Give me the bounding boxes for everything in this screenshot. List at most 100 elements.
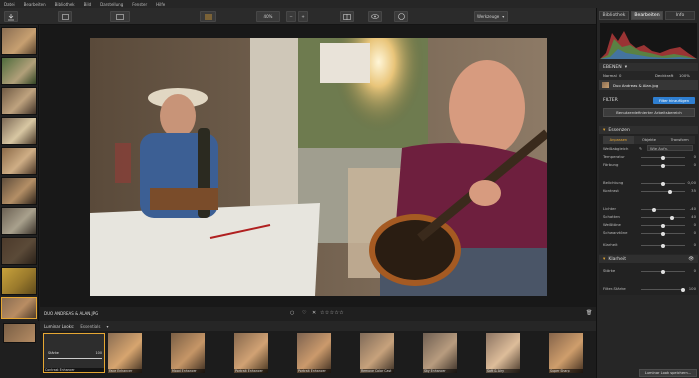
right-panel: Bibliothek Bearbeiten Info EBENEN ▾ Norm… — [596, 8, 699, 378]
layers-header[interactable]: EBENEN ▾ — [599, 63, 698, 71]
menu-item-image[interactable]: Bild — [84, 2, 92, 7]
slider-track[interactable] — [641, 217, 685, 218]
eye-icon[interactable]: 👁 — [688, 257, 694, 262]
slider-knob[interactable] — [661, 243, 665, 248]
opacity-value[interactable]: 100% — [679, 73, 690, 78]
filmstrip-thumb[interactable] — [1, 207, 37, 235]
look-thumb[interactable]: Portrait Enhancer — [297, 333, 331, 373]
zoom-in-button[interactable]: + — [298, 11, 308, 22]
star-rating[interactable]: ☆☆☆☆☆ — [320, 310, 344, 316]
slider-label: Stärke — [603, 268, 616, 273]
slider-track[interactable] — [641, 191, 685, 192]
look-thumb[interactable]: Face Enhancer — [108, 333, 142, 373]
look-thumb[interactable]: Remove Color Cast — [360, 333, 394, 373]
slider-track[interactable] — [641, 209, 685, 210]
slider-knob[interactable] — [661, 163, 665, 168]
tab-info[interactable]: Info — [665, 11, 695, 20]
add-filter-button[interactable]: Filter hinzufügen — [653, 97, 695, 104]
circle-icon[interactable]: ○ — [290, 310, 294, 316]
filmstrip-thumb[interactable] — [1, 117, 37, 145]
look-thumb[interactable]: Mood Enhancer — [171, 333, 205, 373]
tab-adjust[interactable]: Anpassen — [603, 136, 634, 144]
zoom-out-button[interactable]: − — [286, 11, 296, 22]
slider-row[interactable]: Temperatur 0 — [603, 154, 696, 160]
import-button[interactable] — [4, 11, 18, 22]
filmstrip-thumb-selected[interactable] — [1, 297, 37, 319]
slider-value: -40 — [689, 206, 696, 211]
look-thumb[interactable]: Portrait Enhancer — [234, 333, 268, 373]
zoom-select[interactable]: 40% — [256, 11, 280, 22]
reject-icon[interactable]: ✕ — [312, 310, 316, 316]
slider-knob[interactable] — [661, 269, 665, 274]
slider-knob[interactable] — [661, 223, 665, 228]
look-label: Mood Enhancer — [171, 369, 205, 373]
heart-icon[interactable]: ♡ — [302, 310, 306, 316]
filter-strength-row[interactable]: Filter-Stärke 100 — [603, 286, 696, 292]
slider-knob[interactable] — [652, 207, 657, 212]
tab-library[interactable]: Bibliothek — [599, 11, 629, 20]
white-balance-select[interactable]: Wie Aufn. — [647, 145, 693, 151]
slider-knob[interactable] — [669, 215, 674, 220]
slider-value: 0 — [693, 154, 696, 159]
trash-icon[interactable]: 🗑 — [586, 310, 592, 316]
preview-button[interactable] — [368, 11, 382, 22]
menu-item-help[interactable]: Hilfe — [156, 2, 165, 7]
opacity-label: Deckkraft — [655, 73, 674, 78]
detail-header[interactable]: ▾ Klarheit 👁 — [599, 255, 698, 263]
essentials-header[interactable]: ▾ Essenzen — [599, 126, 698, 134]
slider-row[interactable]: Schwarztöne 0 — [603, 230, 696, 236]
slider-row[interactable]: Klarheit 0 — [603, 242, 696, 248]
chevron-down-icon[interactable]: ▾ — [106, 324, 108, 329]
panel-toggle-button[interactable] — [200, 11, 216, 22]
slider-knob[interactable] — [661, 155, 665, 160]
slider-label: Belichtung — [603, 180, 624, 185]
look-thumb[interactable]: Soft & Airy — [486, 333, 520, 373]
looks-category-dropdown[interactable]: Essentials — [80, 324, 100, 329]
history-button[interactable] — [394, 11, 408, 22]
layer-item[interactable]: Duo Andreas & Alan.jpg — [599, 80, 698, 90]
save-look-button[interactable]: Luminar Look speichern... — [639, 369, 697, 377]
compare-button[interactable] — [340, 11, 354, 22]
slider-row[interactable]: Weißtöne 0 — [603, 222, 696, 228]
slider-row[interactable]: Schatten 40 — [603, 214, 696, 220]
look-amount-slider[interactable]: Stärke 100 — [48, 351, 102, 360]
blend-mode[interactable]: Normal — [603, 73, 617, 78]
navigator-thumb[interactable] — [3, 323, 36, 343]
menu-item-file[interactable]: Datei — [4, 2, 15, 7]
menu-item-library[interactable]: Bibliothek — [55, 2, 75, 7]
filmstrip-thumb[interactable] — [1, 267, 37, 295]
slider-value: 0 — [693, 162, 696, 167]
slider-knob[interactable] — [661, 231, 665, 236]
filmstrip-thumb[interactable] — [1, 177, 37, 205]
slider-knob[interactable] — [661, 181, 665, 186]
single-view-button[interactable] — [110, 11, 130, 22]
eyedropper-icon[interactable]: ✎ — [639, 146, 642, 151]
slider-knob[interactable] — [681, 287, 685, 292]
filmstrip-thumb[interactable] — [1, 237, 37, 265]
filmstrip-thumb[interactable] — [1, 147, 37, 175]
menu-bar: Datei Bearbeiten Bibliothek Bild Darstel… — [0, 0, 699, 8]
main-photo[interactable] — [90, 38, 547, 296]
tab-edit[interactable]: Bearbeiten — [631, 11, 663, 20]
slider-row[interactable]: Färbung 0 — [603, 162, 696, 168]
menu-item-edit[interactable]: Bearbeiten — [24, 2, 46, 7]
slider-row[interactable]: Kontrast 35 — [603, 188, 696, 194]
slider-label: Klarheit — [603, 242, 618, 247]
look-thumb[interactable]: Super Sharp — [549, 333, 583, 373]
filmstrip-thumb[interactable] — [1, 87, 37, 115]
minus-icon: − — [289, 14, 293, 19]
look-thumb-selected[interactable]: Stärke 100 Contrast Enhancer — [43, 333, 105, 373]
tab-transform[interactable]: Transform — [664, 136, 696, 144]
tools-dropdown[interactable]: Werkzeuge ▾ — [474, 11, 508, 22]
menu-item-window[interactable]: Fenster — [132, 2, 147, 7]
filmstrip-thumb[interactable] — [1, 57, 37, 85]
filmstrip-thumb[interactable] — [1, 27, 37, 55]
slider-row[interactable]: Lichter -40 — [603, 206, 696, 212]
tab-objects[interactable]: Objekte — [633, 136, 665, 144]
look-thumb[interactable]: Sky Enhancer — [423, 333, 457, 373]
gallery-view-button[interactable] — [58, 11, 72, 22]
slider-row[interactable]: Stärke 0 — [603, 268, 696, 274]
workspace-button[interactable]: Benutzerdefinierter Arbeitsbereich — [603, 108, 695, 117]
menu-item-view[interactable]: Darstellung — [100, 2, 123, 7]
slider-row[interactable]: Belichtung 0,00 — [603, 180, 696, 186]
